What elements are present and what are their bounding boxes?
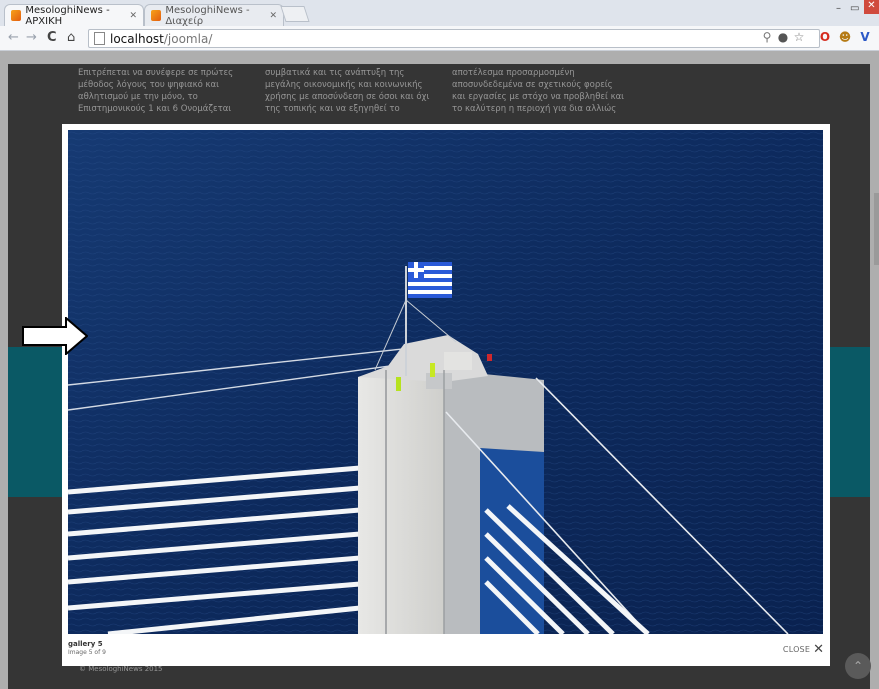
close-button[interactable]: CLOSE ✕ <box>783 643 824 656</box>
window-close-icon[interactable]: ✕ <box>864 0 879 14</box>
close-label: CLOSE <box>782 645 811 654</box>
search-icon[interactable]: ⚲ <box>760 30 774 44</box>
browser-toolbar: ← → C ⌂ localhost/joomla/ ⚲ ● ☆ O ☻ V <box>0 26 879 51</box>
star-icon[interactable]: ☆ <box>792 30 806 44</box>
close-icon: ✕ <box>813 642 824 657</box>
url-host: localhost <box>110 31 164 46</box>
bridge-pylon-image <box>68 130 823 634</box>
tab-admin[interactable]: MesologhiNews - Διαχείρ ✕ <box>144 4 284 27</box>
minimize-icon[interactable]: – <box>836 3 841 14</box>
tab-title: MesologhiNews - ΑΡΧΙΚΗ <box>25 4 110 27</box>
tab-home[interactable]: MesologhiNews - ΑΡΧΙΚΗ ✕ <box>4 4 144 27</box>
address-bar[interactable]: localhost/joomla/ <box>88 29 820 48</box>
extension-icon[interactable]: ● <box>776 30 790 44</box>
close-tab-icon[interactable]: ✕ <box>269 11 277 21</box>
face-icon[interactable]: ☻ <box>838 30 852 44</box>
opera-icon[interactable]: O <box>818 30 832 44</box>
scrollbar-handle[interactable] <box>874 193 879 265</box>
new-tab-button[interactable] <box>280 6 310 22</box>
tab-title: MesologhiNews - Διαχείρ <box>165 4 250 27</box>
reload-icon[interactable]: C <box>47 30 57 45</box>
url-path: /joomla/ <box>163 31 213 46</box>
home-icon[interactable]: ⌂ <box>67 30 75 45</box>
vivaldi-icon[interactable]: V <box>858 30 872 44</box>
back-icon[interactable]: ← <box>8 30 19 45</box>
browser-tabstrip: MesologhiNews - ΑΡΧΙΚΗ ✕ MesologhiNews -… <box>0 0 879 27</box>
page-icon <box>94 32 105 45</box>
pointer-arrow-icon <box>22 317 88 355</box>
scroll-to-top-button[interactable]: ⌃ <box>845 653 871 679</box>
joomla-favicon-icon <box>11 10 22 21</box>
restore-icon[interactable]: ▭ <box>850 3 859 14</box>
joomla-favicon-icon <box>151 10 162 21</box>
close-tab-icon[interactable]: ✕ <box>129 11 137 21</box>
gallery-title: gallery 5 <box>68 640 103 648</box>
gallery-photo <box>68 130 823 634</box>
lightbox: gallery 5 Image 5 of 9 CLOSE ✕ <box>62 124 830 666</box>
image-counter: Image 5 of 9 <box>68 649 106 656</box>
forward-icon[interactable]: → <box>26 30 37 45</box>
